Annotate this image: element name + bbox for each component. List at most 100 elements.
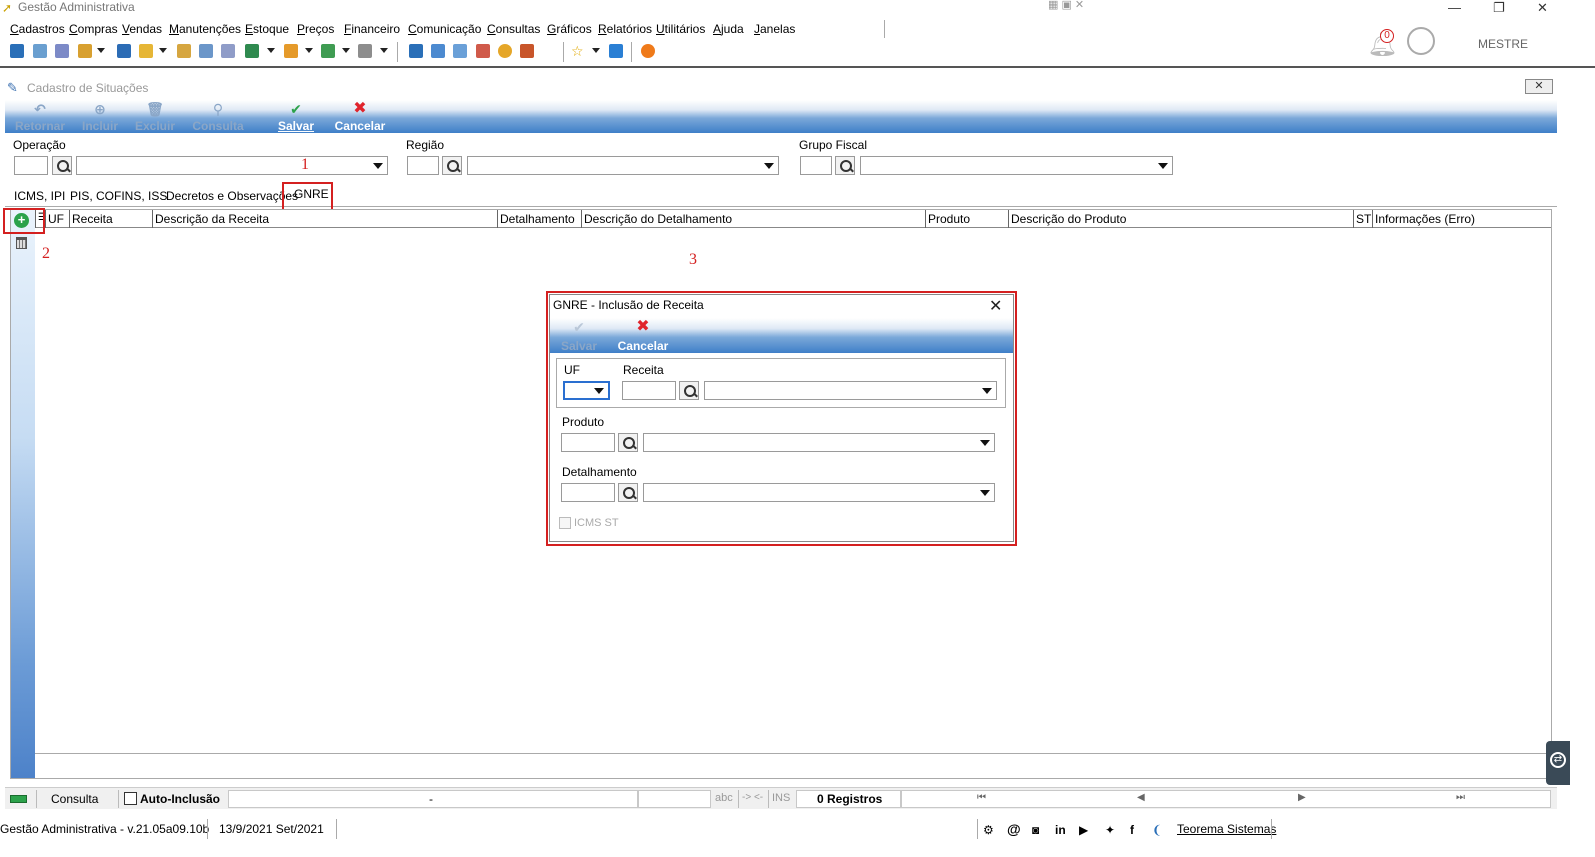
- layout-icons[interactable]: ▦ ▣ ✕: [1048, 0, 1084, 11]
- tb-icon-8[interactable]: [221, 44, 235, 58]
- grupo-fiscal-search-button[interactable]: [835, 156, 855, 175]
- prev-record-button[interactable]: ◀: [1137, 792, 1145, 803]
- regiao-combo[interactable]: [467, 156, 779, 175]
- tb-icon-11[interactable]: [476, 44, 490, 58]
- operacao-combo[interactable]: [76, 156, 388, 175]
- chevron-down-icon[interactable]: [305, 48, 313, 53]
- detalhamento-code-input[interactable]: [561, 483, 615, 502]
- col-informacoes-erro[interactable]: Informações (Erro): [1375, 212, 1475, 226]
- incluir-button[interactable]: ⊕ Incluir: [75, 102, 125, 133]
- col-receita[interactable]: Receita: [72, 212, 113, 226]
- instagram-icon[interactable]: ◙: [1032, 823, 1039, 837]
- produto-combo[interactable]: [643, 433, 995, 452]
- user-icon[interactable]: [177, 44, 191, 58]
- receita-code-input[interactable]: [622, 381, 676, 400]
- menu-comunicacao[interactable]: Comunicação: [408, 22, 481, 36]
- salvar-button[interactable]: ✔ Salvar: [273, 102, 319, 133]
- menu-cadastros[interactable]: Cadastros: [10, 22, 65, 36]
- col-produto[interactable]: Produto: [928, 212, 970, 226]
- grupo-fiscal-combo[interactable]: [860, 156, 1173, 175]
- tb-icon-7[interactable]: [199, 44, 213, 58]
- side-panel-toggle[interactable]: ⇄: [1546, 741, 1570, 785]
- close-window-button[interactable]: ✕: [1537, 0, 1548, 16]
- menu-relatorios[interactable]: Relatórios: [598, 22, 652, 36]
- regiao-code-input[interactable]: [407, 156, 439, 175]
- tb-icon-5[interactable]: [117, 44, 131, 58]
- menu-estoque[interactable]: Estoque: [245, 22, 289, 36]
- tab-pis-cofins-iss[interactable]: PIS, COFINS, ISS: [70, 189, 167, 207]
- printer-icon[interactable]: [358, 44, 372, 58]
- chevron-down-icon[interactable]: [592, 48, 600, 53]
- money-icon[interactable]: [321, 44, 335, 58]
- col-uf[interactable]: UF: [48, 212, 64, 226]
- first-record-button[interactable]: ⏮: [977, 792, 986, 803]
- detalhamento-combo[interactable]: [643, 483, 995, 502]
- facebook-icon[interactable]: f: [1130, 823, 1134, 837]
- calendar-icon[interactable]: [453, 44, 467, 58]
- menu-financeiro[interactable]: Financeiro: [344, 22, 400, 36]
- menu-compras[interactable]: Compras: [69, 22, 118, 36]
- tb-icon-14[interactable]: [609, 44, 623, 58]
- regiao-search-button[interactable]: [442, 156, 462, 175]
- delete-row-icon[interactable]: [16, 237, 27, 249]
- minimize-button[interactable]: —: [1448, 0, 1461, 15]
- tb-icon-10[interactable]: [409, 44, 423, 58]
- tb-icon-1[interactable]: [10, 44, 24, 58]
- chevron-down-icon[interactable]: [267, 48, 275, 53]
- detalhamento-search-button[interactable]: [618, 483, 638, 502]
- calculator-icon[interactable]: [431, 44, 445, 58]
- col-descricao-produto[interactable]: Descrição do Produto: [1011, 212, 1126, 226]
- tb-icon-12[interactable]: [498, 44, 512, 58]
- star-icon[interactable]: ☆: [571, 43, 584, 60]
- uf-combo[interactable]: [563, 381, 610, 400]
- consulta-button[interactable]: ⚲ Consulta: [188, 102, 248, 133]
- chevron-down-icon[interactable]: [159, 48, 167, 53]
- grupo-fiscal-code-input[interactable]: [800, 156, 832, 175]
- linkedin-icon[interactable]: in: [1055, 823, 1066, 837]
- company-link[interactable]: Teorema Sistemas: [1177, 822, 1276, 836]
- tab-decretos-observacoes[interactable]: Decretos e Observações: [166, 189, 298, 207]
- operacao-code-input[interactable]: [14, 156, 48, 175]
- menu-graficos[interactable]: Gráficos: [547, 22, 592, 36]
- tb-icon-9[interactable]: [284, 44, 298, 58]
- operacao-search-button[interactable]: [52, 156, 72, 175]
- last-record-button[interactable]: ⏭: [1456, 792, 1465, 803]
- youtube-icon[interactable]: ▶: [1079, 823, 1088, 837]
- menu-manutencoes[interactable]: Manutenções: [169, 22, 241, 36]
- dialog-close-button[interactable]: ✕: [989, 296, 1002, 316]
- chevron-down-icon[interactable]: [380, 48, 388, 53]
- tb-icon-13[interactable]: [520, 44, 534, 58]
- menu-vendas[interactable]: Vendas: [122, 22, 162, 36]
- receita-search-button[interactable]: [679, 381, 699, 400]
- email-icon[interactable]: @: [1007, 821, 1021, 837]
- power-icon[interactable]: [641, 44, 655, 58]
- tb-icon-4[interactable]: [78, 44, 92, 58]
- restore-button[interactable]: ❐: [1493, 0, 1505, 16]
- col-detalhamento[interactable]: Detalhamento: [500, 212, 575, 226]
- dialog-salvar-button[interactable]: ✔ Salvar: [558, 320, 600, 353]
- avatar[interactable]: [1407, 27, 1435, 55]
- cancelar-button[interactable]: ✖ Cancelar: [332, 101, 388, 134]
- support-icon[interactable]: ⚙: [983, 823, 994, 837]
- retornar-button[interactable]: ↶ Retornar: [10, 102, 70, 133]
- menu-precos[interactable]: Preços: [297, 22, 334, 36]
- close-form-button[interactable]: ✕: [1525, 79, 1553, 94]
- col-st[interactable]: ST: [1356, 212, 1371, 226]
- menu-janelas[interactable]: Janelas: [754, 22, 795, 36]
- twitter-icon[interactable]: ✦: [1105, 823, 1115, 837]
- menu-utilitarios[interactable]: Utilitários: [656, 22, 705, 36]
- icms-st-checkbox[interactable]: [559, 517, 571, 529]
- tb-icon-6[interactable]: [139, 44, 153, 58]
- tb-icon-3[interactable]: [55, 44, 69, 58]
- produto-search-button[interactable]: [618, 433, 638, 452]
- excluir-button[interactable]: 🗑︎ Excluir: [130, 102, 180, 133]
- next-record-button[interactable]: ▶: [1298, 792, 1306, 803]
- col-descricao-receita[interactable]: Descrição da Receita: [155, 212, 269, 226]
- col-descricao-detalhamento[interactable]: Descrição do Detalhamento: [584, 212, 732, 226]
- chevron-down-icon[interactable]: [342, 48, 350, 53]
- tab-icms-ipi[interactable]: ICMS, IPI: [14, 189, 65, 207]
- cart-icon[interactable]: [245, 44, 259, 58]
- menu-ajuda[interactable]: Ajuda: [713, 22, 744, 36]
- auto-inclusao-checkbox[interactable]: [124, 792, 137, 805]
- chevron-down-icon[interactable]: [97, 48, 105, 53]
